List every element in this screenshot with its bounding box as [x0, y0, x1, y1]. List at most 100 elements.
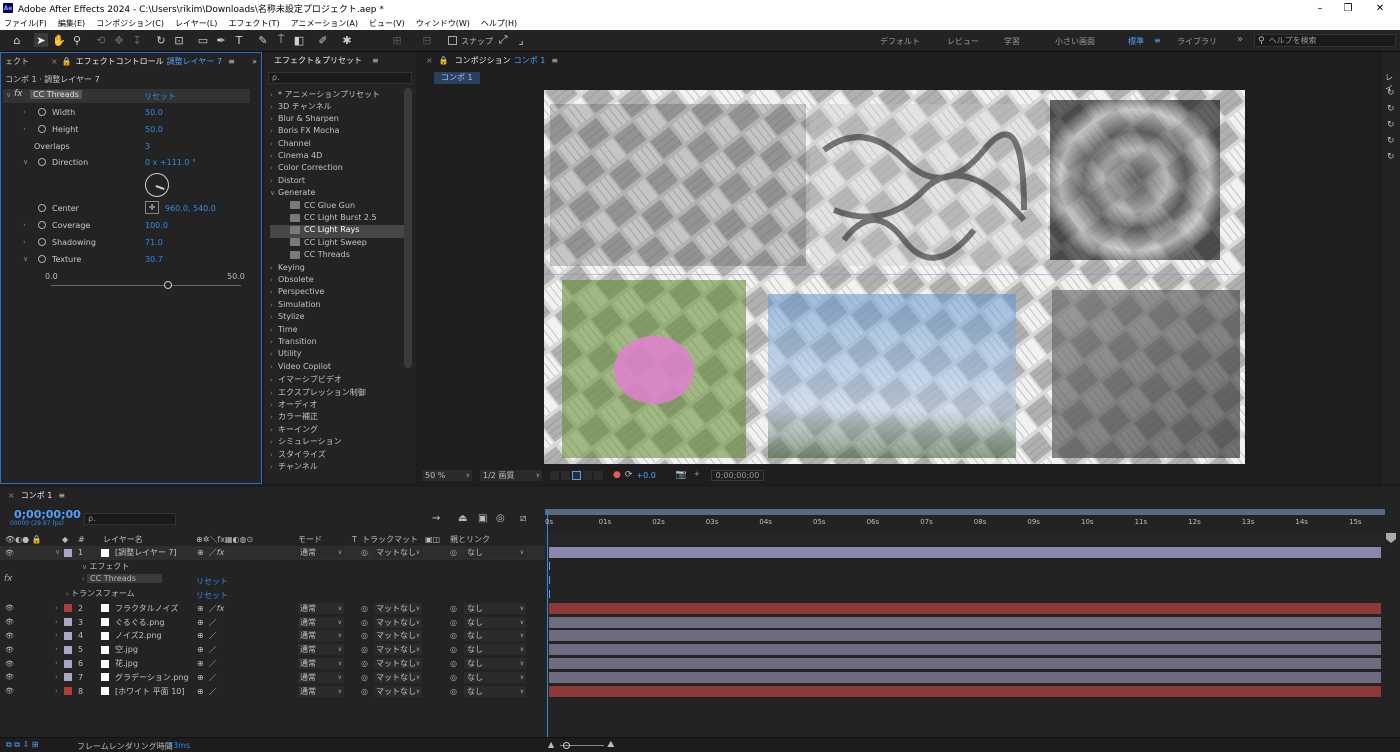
lock-icon[interactable]: 🔒 — [62, 57, 72, 66]
mask-visibility-icon[interactable] — [572, 470, 581, 480]
expand-arrow-icon[interactable]: › — [55, 618, 58, 626]
pan-tool-icon[interactable]: ✥ — [112, 33, 126, 47]
effect-category[interactable]: › Stylize — [270, 312, 305, 324]
snap-checkbox[interactable] — [448, 36, 457, 45]
track-matte-dropdown[interactable]: マットなし ∨ — [374, 658, 422, 670]
effect-category[interactable]: › Utility — [270, 349, 302, 361]
parent-dropdown[interactable]: なし ∨ — [464, 616, 526, 628]
layer-name[interactable]: ぐるぐる.png — [115, 617, 164, 628]
effect-category[interactable]: › オーディオ — [270, 399, 317, 411]
header-layer-name[interactable]: レイヤー名 — [103, 534, 143, 545]
eye-icon[interactable]: 👁 — [5, 646, 14, 654]
matte-pickwhip-icon[interactable]: ◎ — [361, 659, 368, 668]
eye-icon[interactable]: 👁 — [5, 549, 14, 557]
blend-mode-dropdown[interactable]: 通常 ∨ — [298, 630, 344, 642]
exposure-value[interactable]: +0.0 — [636, 471, 655, 480]
parent-pickwhip-icon[interactable]: ◎ — [450, 604, 457, 613]
parent-pickwhip-icon[interactable]: ◎ — [450, 659, 457, 668]
menu-help[interactable]: ヘルプ(H) — [481, 18, 517, 29]
layer-duration-bar[interactable] — [549, 630, 1381, 642]
stopwatch-icon[interactable] — [38, 108, 46, 116]
blend-mode-dropdown[interactable]: 通常 ∨ — [298, 685, 344, 697]
layer-name[interactable]: グラデーション.png — [115, 672, 189, 683]
direction-dial[interactable] — [145, 173, 169, 197]
menu-view[interactable]: ビュー(V) — [369, 18, 405, 29]
blend-mode-dropdown[interactable]: 通常 ∨ — [298, 644, 344, 656]
effect-category[interactable]: › Perspective — [270, 287, 324, 299]
layer-name[interactable]: ノイズ2.png — [115, 630, 162, 641]
effect-item[interactable]: CC Glue Gun — [270, 201, 355, 213]
effects-group-label[interactable]: ∨ エフェクト — [82, 561, 129, 572]
snapshot-icon[interactable]: 📷 — [676, 470, 687, 480]
effect-item[interactable]: CC Light Burst 2.5 — [270, 213, 377, 225]
blend-mode-dropdown[interactable]: 通常 ∨ — [298, 616, 344, 628]
snap-edge-icon[interactable]: ⌟ — [514, 33, 528, 47]
layer-name[interactable]: フラクタルノイズ — [115, 603, 178, 614]
tab-timeline-comp[interactable]: コンポ 1 — [21, 490, 53, 501]
workspace-small-screen[interactable]: 小さい画面 — [1055, 36, 1095, 47]
grid-guides-icon[interactable] — [594, 470, 603, 480]
maximize-button[interactable]: ❐ — [1334, 0, 1362, 16]
texture-slider-track[interactable] — [51, 285, 241, 286]
motion-blur-icon[interactable]: ◎ — [496, 513, 505, 524]
parent-pickwhip-icon[interactable]: ◎ — [450, 631, 457, 640]
collapse-arrow-icon[interactable]: ∨ — [6, 91, 11, 99]
effect-category[interactable]: › カラー補正 — [270, 411, 318, 423]
expand-arrow-icon[interactable]: › — [55, 645, 58, 653]
side-refresh-icon[interactable]: ↻ — [1387, 136, 1395, 146]
layer-duration-bar[interactable] — [549, 685, 1381, 697]
panel-menu-icon[interactable]: ≡ — [228, 57, 235, 66]
snap-options-icon[interactable]: ⤢ — [496, 33, 510, 47]
eye-icon[interactable]: 👁 — [5, 660, 14, 668]
prop-shadowing-value[interactable]: 71.0 — [145, 238, 163, 247]
track-matte-dropdown[interactable]: マットなし ∨ — [374, 630, 422, 642]
track-matte-dropdown[interactable]: マットなし ∨ — [374, 547, 422, 559]
effect-category[interactable]: ∨ Generate — [270, 188, 315, 200]
layer-switches[interactable]: ⊕ ／ — [197, 658, 217, 669]
panel-menu-icon[interactable]: ≡ — [372, 56, 379, 65]
close-tab-icon[interactable]: × — [8, 491, 15, 500]
parent-dropdown[interactable]: なし ∨ — [464, 547, 526, 559]
prop-center-value[interactable]: 960.0, 540.0 — [165, 204, 216, 213]
layer-name[interactable]: 空.jpg — [115, 644, 138, 655]
expand-arrow-icon[interactable]: ∨ — [55, 548, 60, 556]
type-tool-icon[interactable]: T — [232, 33, 246, 47]
close-tab-icon[interactable]: × — [426, 56, 433, 65]
panel-menu-icon[interactable]: ≡ — [58, 491, 65, 500]
menu-animation[interactable]: アニメーション(A) — [291, 18, 358, 29]
track-matte-dropdown[interactable]: マットなし ∨ — [374, 671, 422, 683]
zoom-tool-icon[interactable]: ⚲ — [70, 33, 84, 47]
matte-pickwhip-icon[interactable]: ◎ — [361, 548, 368, 557]
effect-category[interactable]: › エクスプレッション制御 — [270, 387, 366, 399]
minimize-button[interactable]: – — [1306, 0, 1334, 16]
effect-category[interactable]: › Transition — [270, 337, 317, 349]
tab-effect-controls[interactable]: エフェクトコントロール — [76, 56, 164, 67]
world-axis-icon[interactable]: ⊟ — [420, 33, 434, 47]
menu-file[interactable]: ファイル(F) — [4, 18, 47, 29]
eye-icon[interactable]: 👁 — [5, 632, 14, 640]
stopwatch-icon[interactable] — [38, 158, 46, 166]
hand-tool-icon[interactable]: ✋ — [52, 33, 66, 47]
matte-pickwhip-icon[interactable]: ◎ — [361, 604, 368, 613]
shy-layers-icon[interactable]: ⏏ — [458, 513, 467, 524]
zoom-out-icon[interactable]: ▲ — [548, 740, 554, 749]
home-icon[interactable]: ⌂ — [10, 33, 24, 47]
eye-icon[interactable]: 👁 — [5, 604, 14, 612]
layer-switches[interactable]: ⊕ ／ — [197, 672, 217, 683]
exposure-reset-icon[interactable]: ⟳ — [625, 470, 633, 480]
fx-switch-icon[interactable]: fx — [4, 574, 13, 584]
lock-icon[interactable]: 🔒 — [439, 56, 449, 65]
prop-width-value[interactable]: 50.0 — [145, 108, 163, 117]
label-color-swatch[interactable] — [64, 687, 72, 696]
layer-switches[interactable]: ⊕ ／ — [197, 617, 217, 628]
effect-category[interactable]: › Cinema 4D — [270, 151, 322, 163]
panel-menu-icon[interactable]: ≡ — [551, 56, 558, 65]
dolly-tool-icon[interactable]: ↧ — [130, 33, 144, 47]
stopwatch-icon[interactable] — [38, 125, 46, 133]
effect-category[interactable]: › Time — [270, 325, 298, 337]
composition-end-marker[interactable] — [1386, 533, 1396, 543]
viewer-timecode[interactable]: 0;00;00;00 — [710, 469, 765, 481]
effects-scrollbar[interactable] — [404, 88, 412, 368]
work-area-bar[interactable] — [545, 509, 1385, 515]
transparency-grid-icon[interactable] — [561, 470, 570, 480]
